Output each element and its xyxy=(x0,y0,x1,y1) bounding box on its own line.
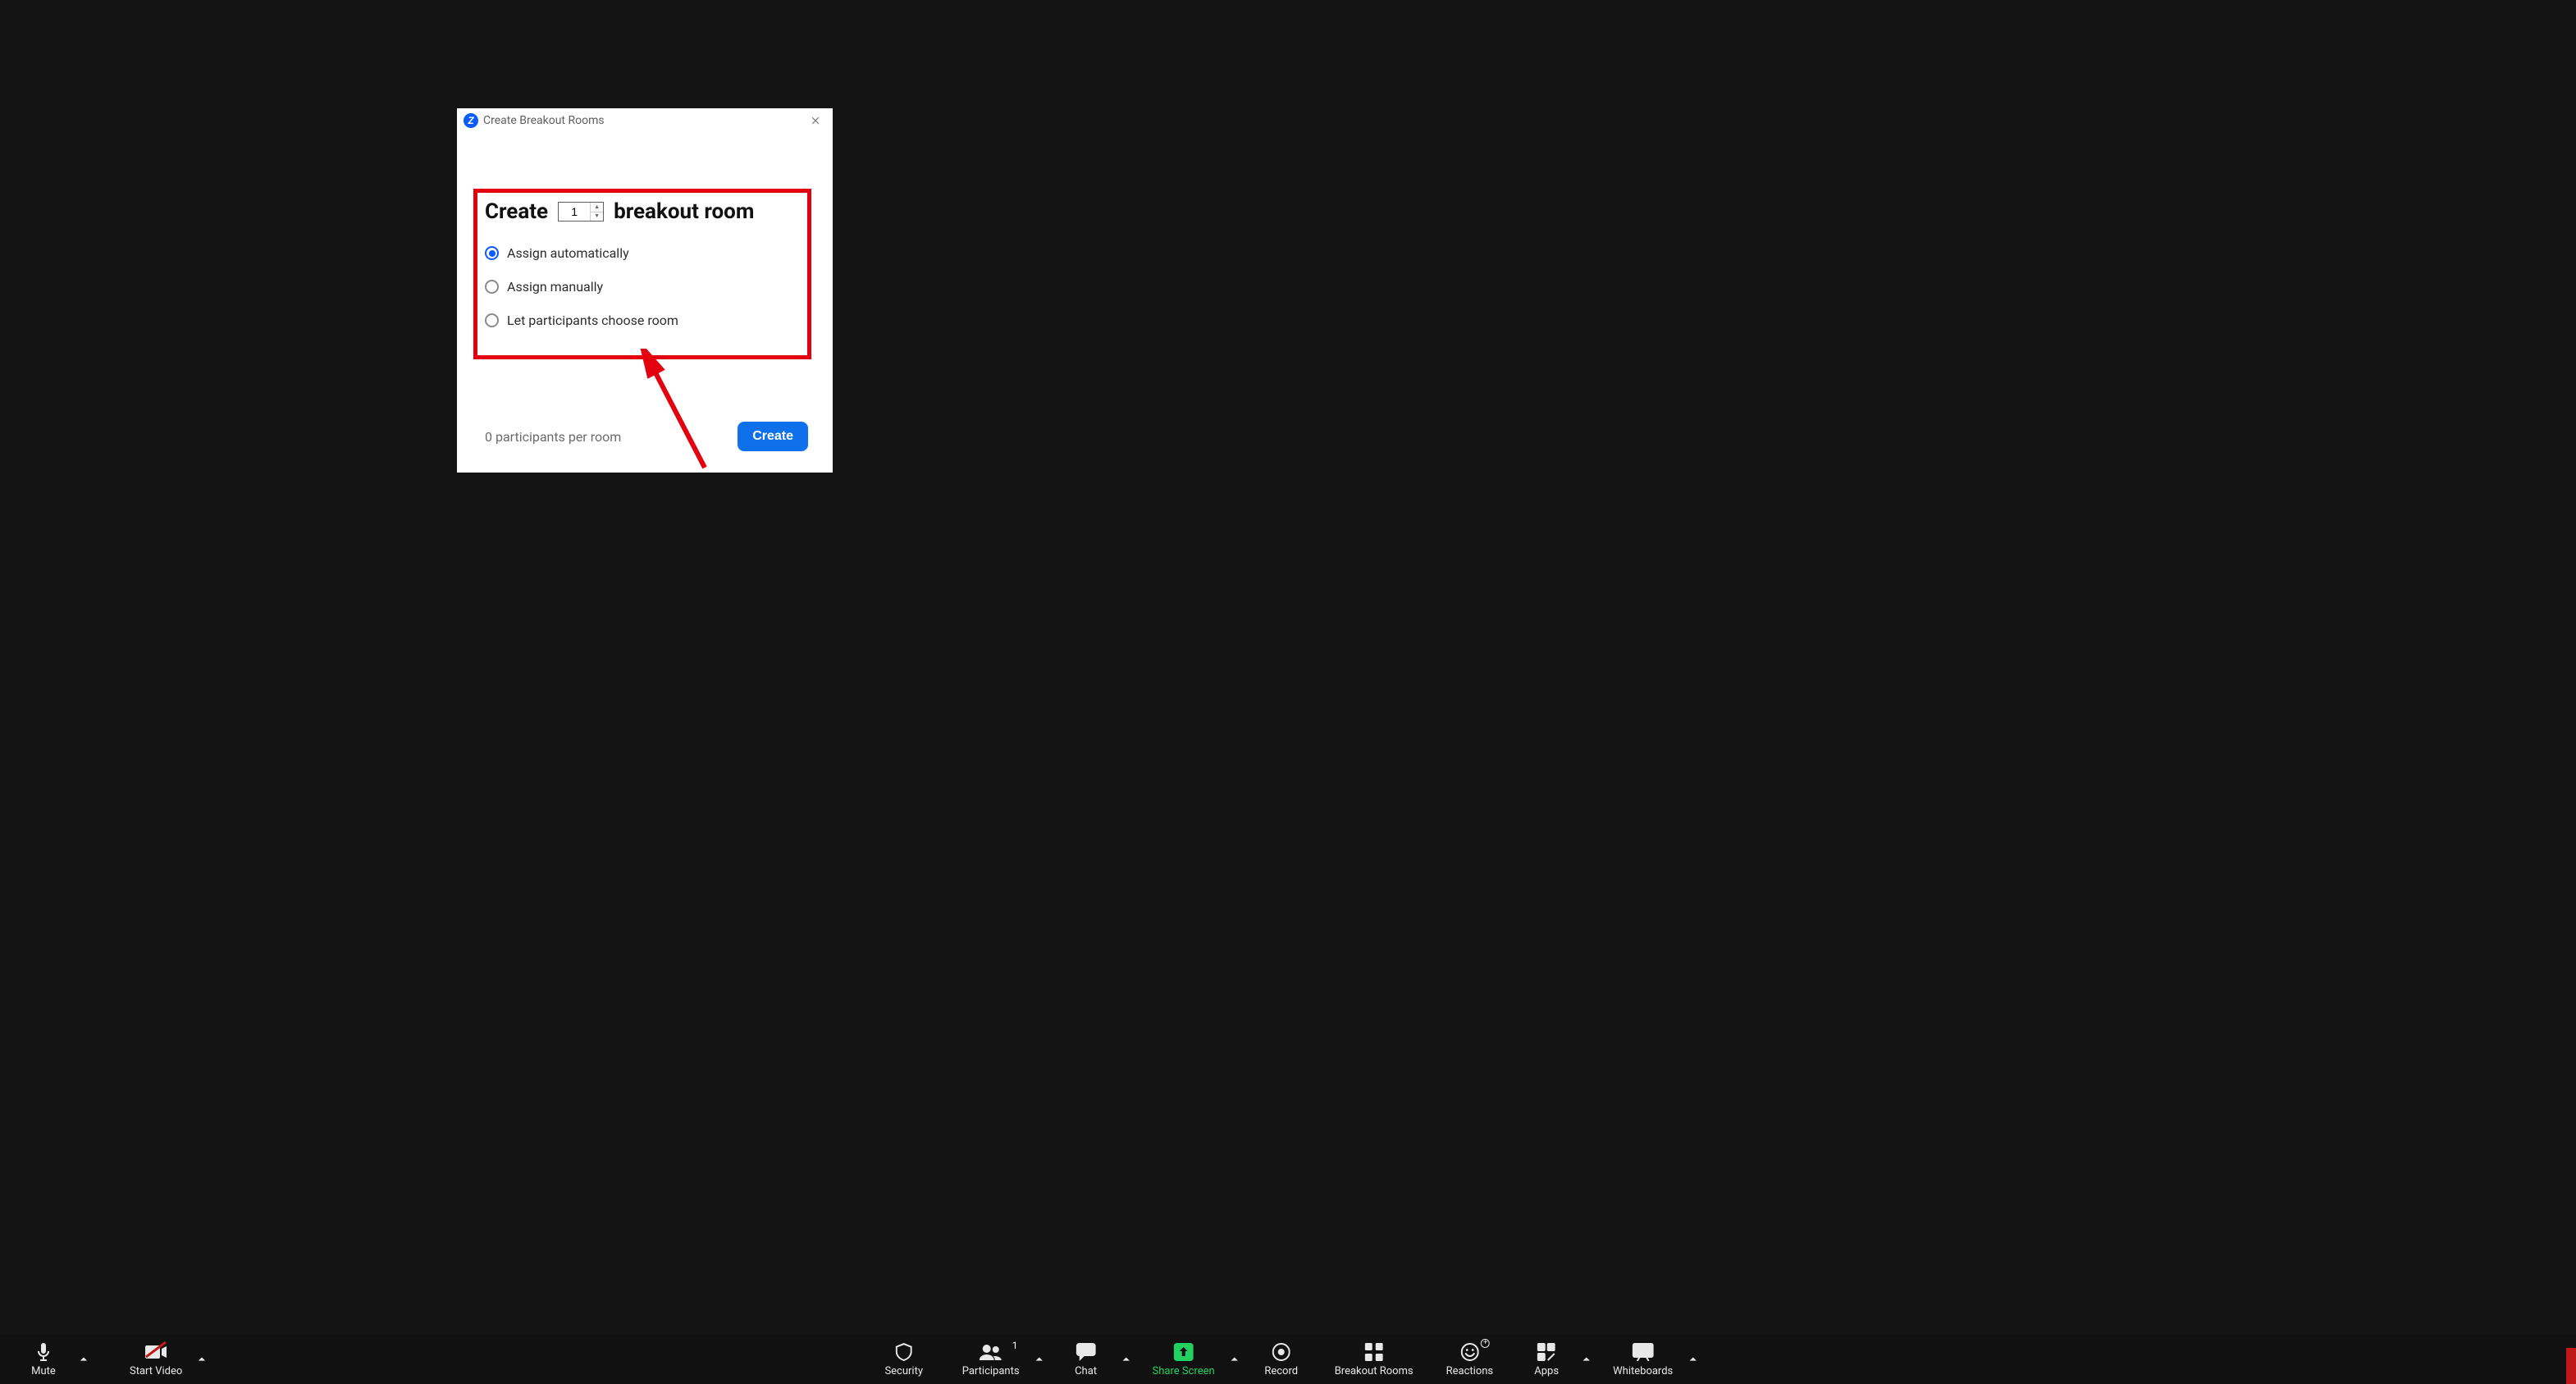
video-camera-icon xyxy=(145,1342,167,1362)
chevron-up-icon xyxy=(1688,1355,1697,1363)
create-button[interactable]: Create xyxy=(738,422,808,451)
dialog-footer: 0 participants per room Create xyxy=(473,422,816,456)
radio-assign-manually[interactable]: Assign manually xyxy=(485,279,805,295)
share-options-caret[interactable] xyxy=(1226,1340,1243,1379)
dialog-titlebar: Z Create Breakout Rooms xyxy=(457,108,833,133)
breakout-rooms-icon xyxy=(1365,1342,1383,1362)
participants-options-caret[interactable] xyxy=(1031,1340,1048,1379)
radio-label: Let participants choose room xyxy=(507,313,678,328)
dialog-title: Create Breakout Rooms xyxy=(483,114,806,127)
toolbar-label: Security xyxy=(884,1365,923,1377)
breakout-word: breakout room xyxy=(614,199,754,224)
create-word: Create xyxy=(485,199,548,224)
breakout-rooms-button[interactable]: Breakout Rooms xyxy=(1327,1339,1422,1381)
create-line: Create ▲ ▼ breakout room xyxy=(473,199,816,224)
toolbar-label: Record xyxy=(1264,1365,1298,1377)
toolbar-left-group: Mute Start Video xyxy=(0,1339,210,1381)
toolbar-label: Mute xyxy=(31,1365,56,1377)
toolbar-center-group: Security 1 Participants Chat Share Scree xyxy=(875,1339,1701,1381)
apps-icon xyxy=(1537,1342,1555,1362)
chat-options-caret[interactable] xyxy=(1118,1340,1135,1379)
chevron-up-icon xyxy=(1583,1355,1591,1363)
share-screen-button[interactable]: Share Screen xyxy=(1144,1339,1223,1381)
radio-let-participants-choose[interactable]: Let participants choose room xyxy=(485,313,805,328)
radio-label: Assign manually xyxy=(507,279,603,295)
whiteboard-icon xyxy=(1633,1342,1654,1362)
chat-icon xyxy=(1076,1342,1096,1362)
toolbar-label: Start Video xyxy=(130,1365,182,1377)
start-video-button[interactable]: Start Video xyxy=(121,1339,190,1381)
toolbar-label: Share Screen xyxy=(1153,1365,1215,1377)
chevron-up-icon xyxy=(1035,1355,1044,1363)
record-button[interactable]: Record xyxy=(1253,1339,1310,1381)
radio-dot-icon xyxy=(485,280,499,294)
meeting-toolbar: Mute Start Video Security 1 xyxy=(0,1335,2576,1384)
participants-count-badge: 1 xyxy=(1012,1340,1018,1351)
reactions-button[interactable]: + Reactions xyxy=(1438,1339,1502,1381)
plus-badge-icon: + xyxy=(1481,1339,1490,1348)
close-icon[interactable] xyxy=(806,112,824,130)
participants-icon xyxy=(980,1342,1003,1362)
record-icon xyxy=(1272,1342,1290,1362)
room-count-input[interactable] xyxy=(559,203,590,221)
zoom-app-icon: Z xyxy=(464,113,478,128)
radio-dot-icon xyxy=(485,313,499,327)
whiteboards-options-caret[interactable] xyxy=(1684,1340,1701,1379)
shield-icon xyxy=(896,1342,912,1362)
apps-options-caret[interactable] xyxy=(1578,1340,1595,1379)
microphone-icon xyxy=(36,1342,51,1362)
participants-per-room-label: 0 participants per room xyxy=(485,429,738,445)
chat-button[interactable]: Chat xyxy=(1057,1339,1115,1381)
apps-button[interactable]: Apps xyxy=(1518,1339,1575,1381)
radio-dot-icon xyxy=(485,246,499,260)
chevron-up-icon xyxy=(198,1355,206,1363)
chevron-up-icon xyxy=(1231,1355,1239,1363)
toolbar-label: Whiteboards xyxy=(1613,1365,1673,1377)
share-screen-icon xyxy=(1174,1342,1194,1362)
slash-icon xyxy=(144,1340,168,1359)
chevron-up-icon xyxy=(80,1355,88,1363)
assignment-radio-group: Assign automatically Assign manually Let… xyxy=(473,245,816,336)
mute-options-caret[interactable] xyxy=(75,1340,92,1379)
radio-label: Assign automatically xyxy=(507,245,629,261)
toolbar-label: Reactions xyxy=(1446,1365,1494,1377)
toolbar-label: Breakout Rooms xyxy=(1335,1365,1414,1377)
stepper-spin: ▲ ▼ xyxy=(590,203,603,221)
reactions-icon xyxy=(1460,1342,1478,1362)
toolbar-label: Chat xyxy=(1075,1365,1097,1377)
room-count-stepper[interactable]: ▲ ▼ xyxy=(558,202,604,222)
participants-button[interactable]: 1 Participants xyxy=(954,1339,1028,1381)
stepper-up-button[interactable]: ▲ xyxy=(591,203,603,212)
toolbar-label: Participants xyxy=(962,1365,1020,1377)
radio-assign-automatically[interactable]: Assign automatically xyxy=(485,245,805,261)
dialog-body: Create ▲ ▼ breakout room Assign automati… xyxy=(457,133,833,473)
mute-button[interactable]: Mute xyxy=(15,1339,72,1381)
security-button[interactable]: Security xyxy=(875,1339,933,1381)
toolbar-label: Apps xyxy=(1534,1365,1559,1377)
end-meeting-sliver[interactable] xyxy=(2566,1348,2576,1384)
breakout-rooms-dialog: Z Create Breakout Rooms Create ▲ ▼ break… xyxy=(457,108,833,473)
stepper-down-button[interactable]: ▼ xyxy=(591,212,603,222)
chevron-up-icon xyxy=(1122,1355,1130,1363)
whiteboards-button[interactable]: Whiteboards xyxy=(1605,1339,1681,1381)
video-options-caret[interactable] xyxy=(194,1340,210,1379)
